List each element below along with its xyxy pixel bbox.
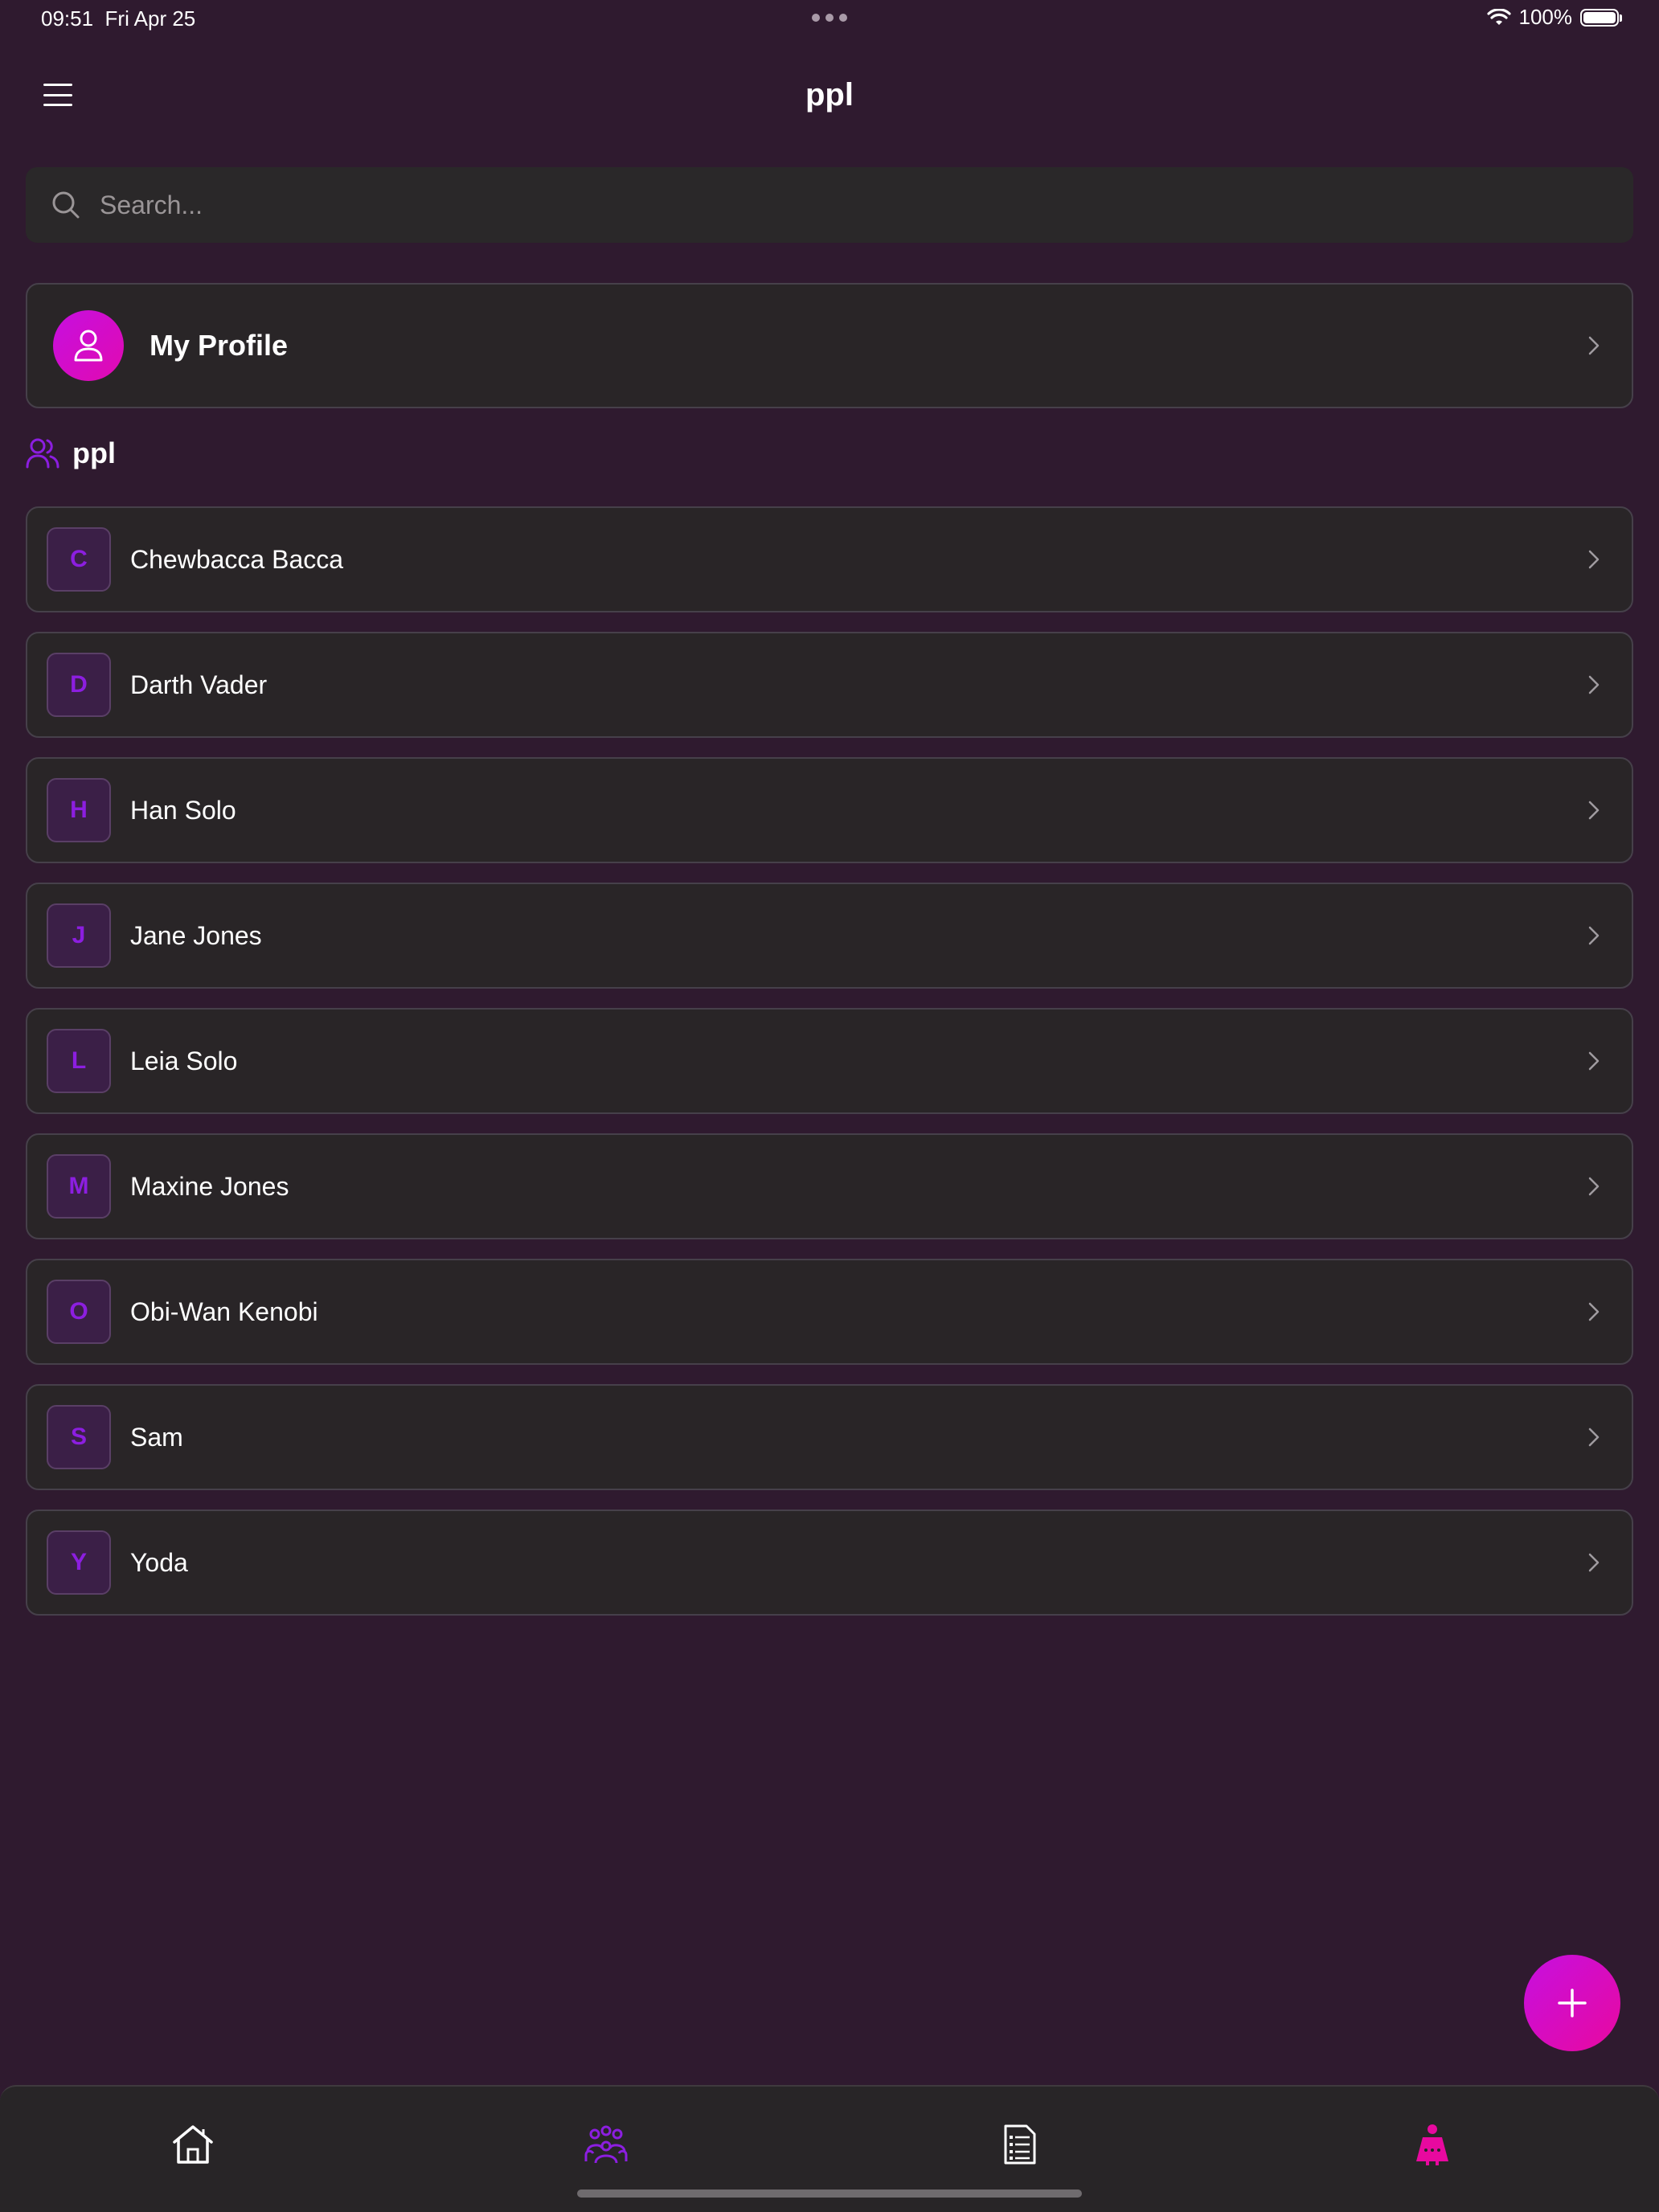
- person-name: Han Solo: [130, 795, 236, 825]
- battery-icon: [1580, 8, 1622, 27]
- list-item[interactable]: M Maxine Jones: [26, 1133, 1633, 1239]
- tab-chat-person[interactable]: [1408, 2120, 1456, 2169]
- list-item[interactable]: Y Yoda: [26, 1509, 1633, 1616]
- person-chat-icon: [1416, 2124, 1448, 2165]
- initial-badge: D: [47, 653, 111, 717]
- section-title: ppl: [72, 436, 116, 469]
- initial-badge: O: [47, 1280, 111, 1344]
- search-input[interactable]: [98, 189, 1588, 221]
- avatar: [53, 310, 124, 381]
- chevron-right-icon: [1588, 1302, 1600, 1321]
- chevron-right-icon: [1588, 926, 1600, 945]
- plus-icon: [1558, 1989, 1587, 2017]
- list-item[interactable]: S Sam: [26, 1384, 1633, 1490]
- multitasking-dots-icon[interactable]: [812, 14, 847, 22]
- page-title: ppl: [805, 77, 854, 113]
- tab-home[interactable]: [169, 2120, 217, 2169]
- home-icon: [173, 2125, 213, 2164]
- chevron-right-icon: [1588, 1177, 1600, 1196]
- initial-badge: Y: [47, 1530, 111, 1595]
- person-name: Darth Vader: [130, 670, 268, 699]
- list-item[interactable]: D Darth Vader: [26, 632, 1633, 738]
- search-bar[interactable]: [26, 167, 1633, 243]
- chevron-right-icon: [1588, 550, 1600, 569]
- status-time: 09:51 Fri Apr 25: [41, 6, 195, 31]
- search-icon: [52, 191, 80, 219]
- home-indicator[interactable]: [577, 2189, 1082, 2198]
- people-group-icon: [584, 2125, 628, 2164]
- person-name: Sam: [130, 1422, 183, 1452]
- status-indicators: 100%: [1486, 5, 1622, 30]
- person-name: Chewbacca Bacca: [130, 544, 344, 574]
- chevron-right-icon: [1588, 1428, 1600, 1447]
- person-name: Maxine Jones: [130, 1171, 289, 1201]
- list-item[interactable]: C Chewbacca Bacca: [26, 506, 1633, 612]
- person-icon: [74, 330, 103, 362]
- list-item[interactable]: J Jane Jones: [26, 883, 1633, 989]
- add-person-button[interactable]: [1524, 1955, 1620, 2051]
- status-bar: 09:51 Fri Apr 25 100%: [0, 0, 1659, 39]
- wifi-icon: [1486, 8, 1511, 25]
- tab-people[interactable]: [582, 2120, 630, 2169]
- chevron-right-icon: [1588, 675, 1600, 694]
- my-profile-button[interactable]: My Profile: [26, 283, 1633, 408]
- chevron-right-icon: [1588, 1051, 1600, 1071]
- initial-badge: C: [47, 527, 111, 592]
- list-item[interactable]: L Leia Solo: [26, 1008, 1633, 1114]
- person-name: Obi-Wan Kenobi: [130, 1296, 318, 1326]
- chevron-right-icon: [1588, 336, 1600, 355]
- tab-documents[interactable]: [996, 2120, 1044, 2169]
- person-name: Yoda: [130, 1547, 188, 1577]
- status-date: Fri Apr 25: [104, 6, 196, 31]
- initial-badge: J: [47, 903, 111, 968]
- initial-badge: H: [47, 778, 111, 842]
- document-list-icon: [1004, 2124, 1036, 2165]
- people-list: C Chewbacca Bacca D Darth Vader H Han Solo J Ja…: [26, 506, 1633, 1635]
- status-clock: 09:51: [41, 6, 94, 31]
- chevron-right-icon: [1588, 801, 1600, 820]
- section-header: ppl: [26, 434, 116, 473]
- person-name: Jane Jones: [130, 920, 262, 950]
- battery-percent: 100%: [1518, 5, 1573, 29]
- initial-badge: L: [47, 1029, 111, 1093]
- person-name: Leia Solo: [130, 1046, 238, 1075]
- initial-badge: S: [47, 1405, 111, 1469]
- chevron-right-icon: [1588, 1553, 1600, 1572]
- list-item[interactable]: H Han Solo: [26, 757, 1633, 863]
- people-group-icon: [26, 438, 59, 469]
- list-item[interactable]: O Obi-Wan Kenobi: [26, 1259, 1633, 1365]
- initial-badge: M: [47, 1154, 111, 1219]
- my-profile-label: My Profile: [150, 329, 289, 362]
